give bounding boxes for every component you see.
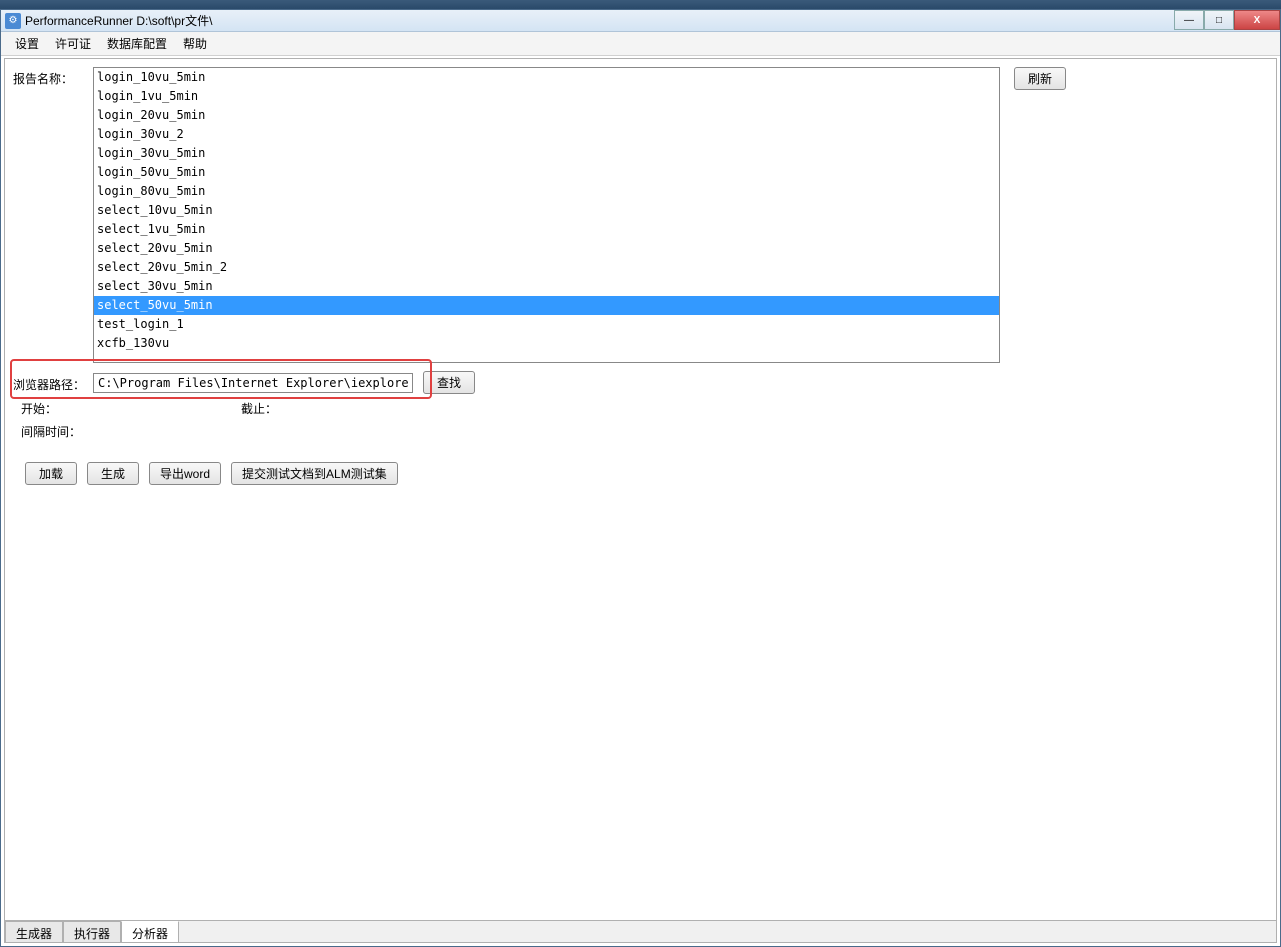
bottom-tab-bar: 生成器执行器分析器 (5, 920, 1276, 942)
export-word-button[interactable]: 导出word (149, 462, 221, 485)
content-panel: 报告名称： login_10vu_5minlogin_1vu_5minlogin… (13, 67, 1268, 918)
report-name-row: 报告名称： login_10vu_5minlogin_1vu_5minlogin… (13, 67, 1268, 363)
list-item[interactable]: select_1vu_5min (94, 220, 999, 239)
generate-button[interactable]: 生成 (87, 462, 139, 485)
menu-settings[interactable]: 设置 (7, 32, 47, 55)
list-item[interactable]: login_20vu_5min (94, 106, 999, 125)
bottom-tab-0[interactable]: 生成器 (5, 921, 63, 942)
list-item[interactable]: select_20vu_5min (94, 239, 999, 258)
browser-path-row: 浏览器路径： 查找 (13, 371, 1268, 394)
time-row: 开始： 截止： (13, 400, 1268, 417)
client-area: 报告名称： login_10vu_5minlogin_1vu_5minlogin… (4, 58, 1277, 943)
start-time-label: 开始： (21, 400, 241, 417)
list-item[interactable]: select_30vu_5min (94, 277, 999, 296)
menubar: 设置 许可证 数据库配置 帮助 (1, 32, 1280, 56)
window-title: PerformanceRunner D:\soft\pr文件\ (25, 12, 212, 29)
minimize-button[interactable]: — (1174, 10, 1204, 30)
bottom-tab-1[interactable]: 执行器 (63, 921, 121, 942)
app-window: ⚙ PerformanceRunner D:\soft\pr文件\ — □ X … (0, 9, 1281, 947)
submit-alm-button[interactable]: 提交测试文档到ALM测试集 (231, 462, 398, 485)
action-button-row: 加载 生成 导出word 提交测试文档到ALM测试集 (25, 462, 1268, 485)
list-item[interactable]: login_30vu_5min (94, 144, 999, 163)
list-item[interactable]: select_50vu_5min (94, 296, 999, 315)
desktop-taskbar-fragment (0, 0, 1281, 9)
menu-license[interactable]: 许可证 (47, 32, 99, 55)
list-item[interactable]: test_login_1 (94, 315, 999, 334)
list-item[interactable]: login_10vu_5min (94, 68, 999, 87)
report-listbox[interactable]: login_10vu_5minlogin_1vu_5minlogin_20vu_… (93, 67, 1000, 363)
maximize-button[interactable]: □ (1204, 10, 1234, 30)
interval-row: 间隔时间： (13, 423, 1268, 440)
list-item[interactable]: select_20vu_5min_2 (94, 258, 999, 277)
browser-path-label: 浏览器路径： (13, 373, 93, 393)
list-item[interactable]: login_30vu_2 (94, 125, 999, 144)
list-item[interactable]: login_1vu_5min (94, 87, 999, 106)
browser-path-input[interactable] (93, 373, 413, 393)
menu-help[interactable]: 帮助 (175, 32, 215, 55)
list-item[interactable]: login_50vu_5min (94, 163, 999, 182)
close-button[interactable]: X (1234, 10, 1280, 30)
app-icon: ⚙ (5, 13, 21, 29)
titlebar[interactable]: ⚙ PerformanceRunner D:\soft\pr文件\ — □ X (1, 10, 1280, 32)
end-time-label: 截止： (241, 400, 277, 417)
refresh-button[interactable]: 刷新 (1014, 67, 1066, 90)
report-name-label: 报告名称： (13, 67, 93, 87)
list-item[interactable]: select_10vu_5min (94, 201, 999, 220)
bottom-tab-2[interactable]: 分析器 (121, 921, 179, 942)
list-item[interactable]: login_80vu_5min (94, 182, 999, 201)
list-item[interactable]: xcfb_130vu (94, 334, 999, 353)
interval-label: 间隔时间： (21, 423, 241, 440)
window-controls: — □ X (1174, 10, 1280, 30)
load-button[interactable]: 加载 (25, 462, 77, 485)
menu-db-config[interactable]: 数据库配置 (99, 32, 175, 55)
find-button[interactable]: 查找 (423, 371, 475, 394)
